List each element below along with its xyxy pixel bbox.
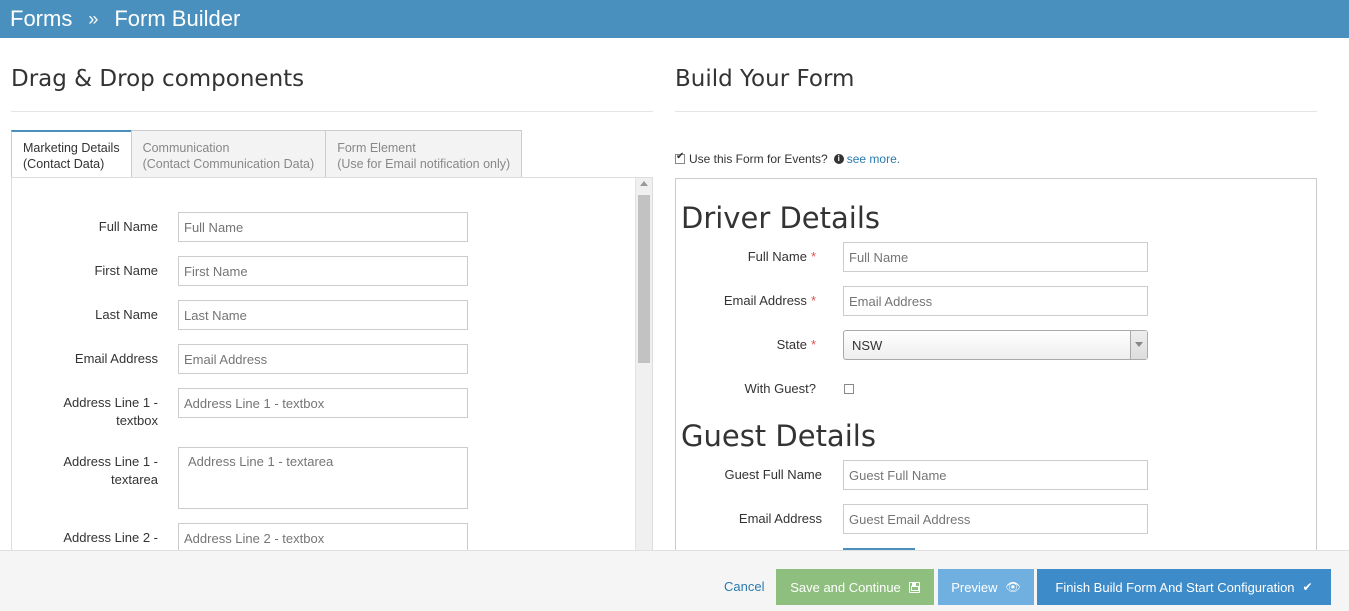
breadcrumb-separator-icon: » (88, 8, 99, 29)
divider (11, 111, 653, 112)
state-select[interactable]: NSW (843, 330, 1148, 360)
info-icon: i (833, 154, 844, 164)
driver-email-label: Email Address * (723, 293, 816, 308)
driver-full-name-input[interactable] (843, 242, 1148, 272)
build-form-title: Build Your Form (675, 66, 855, 92)
guest-details-heading: Guest Details (681, 419, 876, 453)
guest-full-name-input[interactable] (843, 460, 1148, 490)
breadcrumb-forms[interactable]: Forms (10, 6, 72, 32)
page-title: Form Builder (114, 6, 241, 31)
driver-details-heading: Driver Details (681, 201, 880, 235)
components-title: Drag & Drop components (11, 66, 305, 92)
scroll-thumb[interactable] (638, 195, 650, 363)
tab-marketing-details[interactable]: Marketing Details (Contact Data) (11, 130, 132, 178)
guest-email-label: Email Address (738, 511, 822, 526)
guest-email-input[interactable] (843, 504, 1148, 534)
email-address-input[interactable] (178, 344, 468, 374)
divider (675, 111, 1317, 112)
events-label: Use this Form for Events? (689, 152, 828, 166)
top-header: Forms » Form Builder (0, 0, 1349, 38)
with-guest-label: With Guest? (744, 381, 816, 396)
driver-email-input[interactable] (843, 286, 1148, 316)
required-mark: * (810, 337, 816, 352)
components-scrollbar[interactable] (635, 178, 652, 551)
address-line2-textbox-input[interactable] (178, 523, 468, 551)
required-mark: * (810, 249, 816, 264)
preview-button[interactable]: Preview 👁 (938, 569, 1034, 605)
use-for-events-checkbox[interactable] (675, 151, 685, 164)
form-canvas: Driver Details Full Name* Email Address*… (675, 178, 1317, 551)
eye-icon: 👁 (1005, 580, 1021, 594)
tab-form-element[interactable]: Form Element (Use for Email notification… (325, 130, 523, 178)
scroll-up-icon[interactable] (640, 181, 648, 186)
component-tabs: Marketing Details (Contact Data) Communi… (11, 130, 523, 178)
first-name-input[interactable] (178, 256, 468, 286)
address-line1-textbox-input[interactable] (178, 388, 468, 418)
floppy-disk-icon (908, 581, 920, 593)
see-more-link[interactable]: see more. (847, 152, 900, 166)
required-mark: * (810, 293, 816, 308)
events-option: Use this Form for Events? i see more. (675, 151, 900, 166)
save-and-continue-button[interactable]: Save and Continue (776, 569, 934, 605)
full-name-input[interactable] (178, 212, 468, 242)
last-name-input[interactable] (178, 300, 468, 330)
state-label: State * (776, 337, 816, 352)
action-footer: Cancel Save and Continue Preview 👁 Finis… (0, 550, 1349, 611)
address-line1-textarea-input[interactable] (178, 447, 468, 509)
guest-full-name-label: Guest Full Name (724, 467, 822, 482)
cancel-link[interactable]: Cancel (724, 579, 764, 594)
components-panel: Full Name First Name Last Name Email Add… (11, 177, 653, 551)
chevron-down-icon[interactable] (1130, 331, 1147, 359)
driver-full-name-label: Full Name * (747, 249, 816, 264)
checkmark-icon: ✔ (1302, 580, 1313, 594)
tab-communication[interactable]: Communication (Contact Communication Dat… (130, 130, 327, 178)
with-guest-checkbox[interactable] (844, 384, 854, 394)
finish-build-form-button[interactable]: Finish Build Form And Start Configuratio… (1037, 569, 1331, 605)
